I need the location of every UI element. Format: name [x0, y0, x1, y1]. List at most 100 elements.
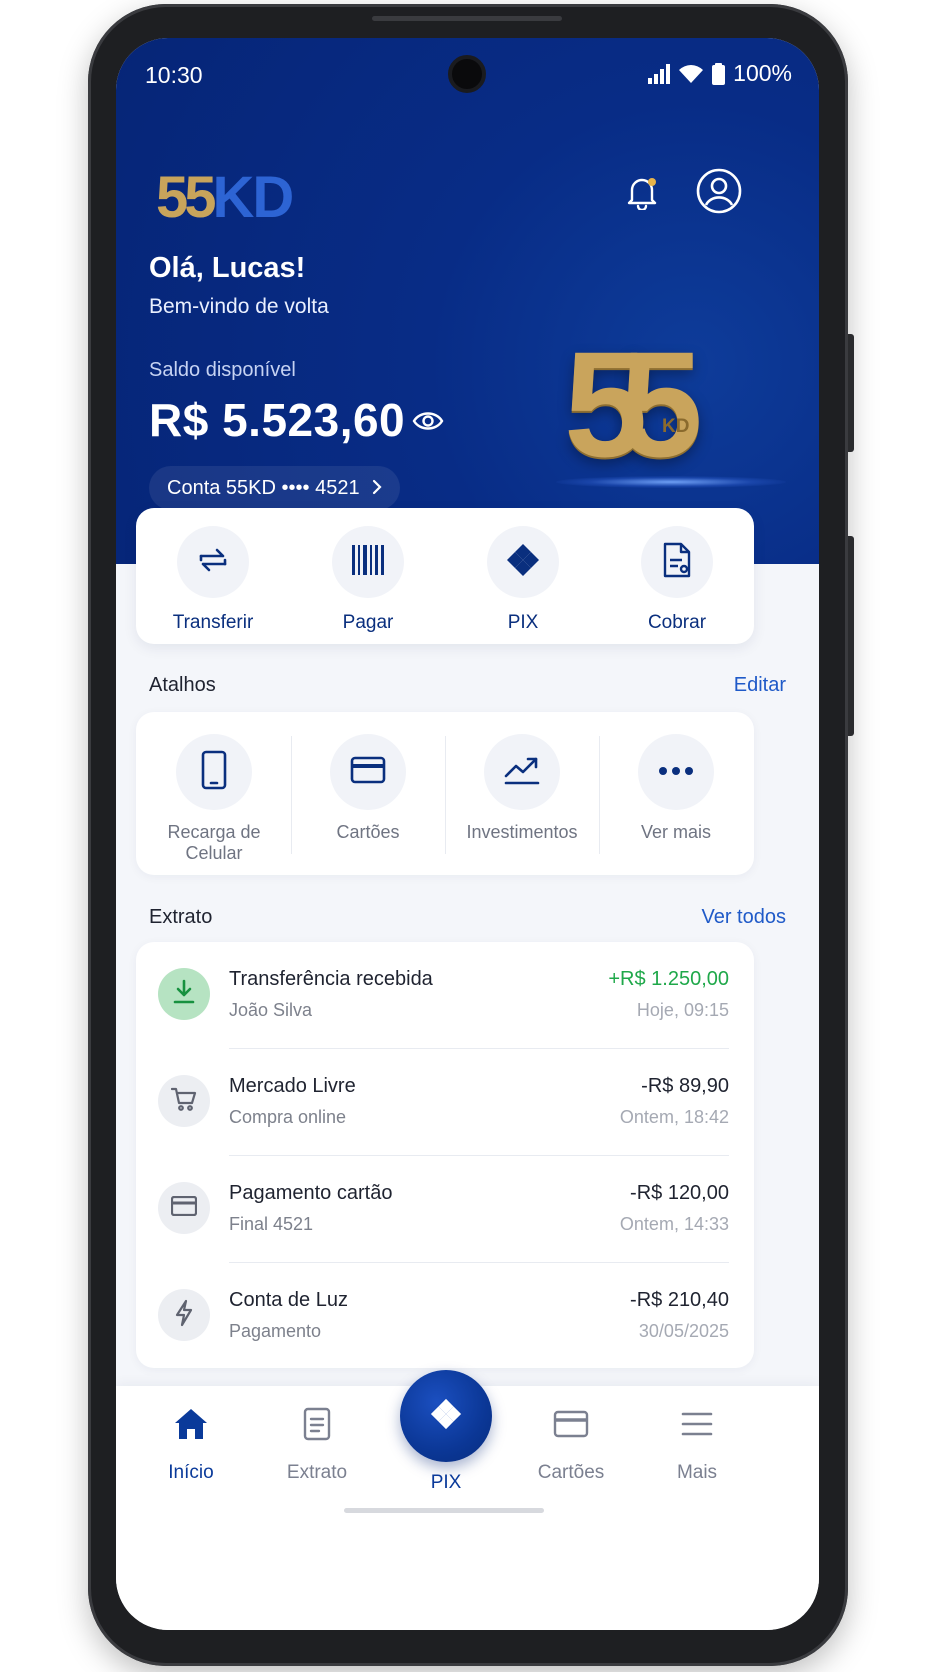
- front-camera: [448, 55, 486, 93]
- transfer-label: Transferir: [172, 612, 254, 633]
- shortcut-phone-recharge[interactable]: Recarga de Celular: [137, 734, 291, 864]
- shortcut-label: Ver mais: [640, 822, 712, 842]
- transfer-icon: [196, 544, 230, 581]
- account-number: Conta 55KD •••• 4521: [167, 476, 360, 499]
- transaction-subtitle: Compra online: [229, 1107, 347, 1127]
- nav-statement[interactable]: Extrato: [267, 1404, 367, 1484]
- cart-icon: [170, 1087, 197, 1116]
- transaction-row[interactable]: Conta de Luz Pagamento -R$ 210,40 30/05/…: [136, 1263, 754, 1370]
- bottom-navigation: Início Extrato PIX Cartões Mais: [116, 1370, 819, 1630]
- chevron-right-icon: [370, 476, 384, 504]
- profile-icon: [695, 167, 743, 220]
- transaction-subtitle: João Silva: [229, 1000, 313, 1020]
- quick-actions-card: Transferir Pagar PIX Cobrar: [136, 508, 754, 644]
- transaction-amount: -R$ 210,40: [630, 1289, 729, 1311]
- profile-button[interactable]: [690, 164, 748, 222]
- home-indicator[interactable]: [344, 1508, 544, 1513]
- see-all-link[interactable]: Ver todos: [701, 906, 786, 929]
- transaction-amount: -R$ 120,00: [630, 1182, 729, 1204]
- phone-frame: 10:30 100% 55KD Olá, Lucas! Bem-vindo de…: [88, 4, 854, 1666]
- transaction-date: 30/05/2025: [638, 1321, 729, 1341]
- app-logo: 55KD: [156, 165, 294, 230]
- home-icon: [173, 1407, 209, 1446]
- anniversary-emblem: 55 KD: [564, 324, 744, 494]
- phone-icon: [201, 750, 227, 795]
- eye-icon: [412, 412, 444, 436]
- app-screen: 10:30 100% 55KD Olá, Lucas! Bem-vindo de…: [116, 38, 819, 1630]
- card-icon: [350, 756, 386, 789]
- header-hero: 10:30 100% 55KD Olá, Lucas! Bem-vindo de…: [116, 38, 819, 564]
- transaction-title: Conta de Luz: [229, 1289, 348, 1311]
- transaction-date: Ontem, 14:33: [619, 1214, 729, 1234]
- shortcut-label: Recarga de Celular: [167, 822, 261, 863]
- transaction-title: Pagamento cartão: [229, 1182, 393, 1204]
- nav-home[interactable]: Início: [141, 1404, 241, 1484]
- shortcut-investments[interactable]: Investimentos: [445, 734, 599, 843]
- transaction-subtitle: Pagamento: [229, 1321, 322, 1341]
- pay-button[interactable]: Pagar: [313, 526, 423, 634]
- nav-label: Cartões: [537, 1462, 605, 1483]
- status-icons: 100%: [648, 60, 792, 87]
- status-time: 10:30: [145, 62, 203, 88]
- wifi-icon: [678, 64, 704, 84]
- emblem-letters: KD: [662, 416, 690, 437]
- account-selector[interactable]: Conta 55KD •••• 4521: [149, 466, 400, 510]
- nav-label: Mais: [676, 1462, 718, 1483]
- nav-label-pix: PIX: [430, 1472, 462, 1493]
- status-bar: 10:30 100%: [116, 38, 819, 116]
- emblem-number: 55: [564, 320, 703, 488]
- charge-label: Cobrar: [647, 612, 707, 633]
- charge-button[interactable]: Cobrar: [622, 526, 732, 634]
- bolt-icon: [174, 1299, 194, 1332]
- shortcut-see-more[interactable]: Ver mais: [599, 734, 753, 843]
- pix-icon: [505, 542, 541, 583]
- pix-fab-button[interactable]: [400, 1370, 492, 1462]
- nav-more[interactable]: Mais: [647, 1404, 747, 1484]
- notification-dot: [648, 178, 656, 186]
- transaction-amount: -R$ 89,90: [641, 1075, 729, 1097]
- nav-label: Início: [168, 1462, 214, 1483]
- toggle-balance-button[interactable]: [412, 410, 444, 437]
- battery-percent: 100%: [733, 60, 792, 86]
- power-button: [848, 536, 854, 736]
- pix-label: PIX: [507, 612, 539, 633]
- pix-icon: [429, 1397, 463, 1436]
- transfer-button[interactable]: Transferir: [158, 526, 268, 634]
- volume-button: [848, 334, 854, 452]
- menu-icon: [681, 1411, 713, 1442]
- barcode-icon: [351, 544, 385, 580]
- nav-cards[interactable]: Cartões: [521, 1404, 621, 1484]
- shortcuts-title: Atalhos: [149, 674, 216, 696]
- chart-icon: [503, 754, 541, 791]
- emblem-glow: [556, 476, 786, 488]
- shortcut-label: Cartões: [336, 822, 400, 842]
- pay-label: Pagar: [342, 612, 394, 633]
- transaction-date: Ontem, 18:42: [619, 1107, 729, 1127]
- card-icon: [170, 1195, 198, 1221]
- statement-icon: [303, 1407, 331, 1446]
- edit-shortcuts-link[interactable]: Editar: [734, 674, 786, 697]
- transaction-row[interactable]: Transferência recebida João Silva +R$ 1.…: [136, 942, 754, 1049]
- card-icon: [553, 1410, 589, 1443]
- shortcuts-card: Recarga de Celular Cartões Investimentos: [136, 712, 754, 875]
- speaker-slit: [372, 16, 562, 21]
- transactions-card: Transferência recebida João Silva +R$ 1.…: [136, 942, 754, 1368]
- transaction-row[interactable]: Pagamento cartão Final 4521 -R$ 120,00 O…: [136, 1156, 754, 1263]
- transaction-title: Mercado Livre: [229, 1075, 356, 1097]
- balance-value: R$ 5.523,60: [149, 394, 406, 446]
- statement-title: Extrato: [149, 906, 213, 928]
- greeting: Olá, Lucas!: [149, 252, 306, 284]
- transaction-amount: +R$ 1.250,00: [608, 968, 729, 990]
- battery-icon: [712, 62, 726, 85]
- invoice-icon: [662, 542, 692, 583]
- shortcut-cards[interactable]: Cartões: [291, 734, 445, 843]
- notification-button[interactable]: [618, 170, 666, 218]
- more-icon: [658, 763, 694, 781]
- transaction-row[interactable]: Mercado Livre Compra online -R$ 89,90 On…: [136, 1049, 754, 1156]
- signal-icon: [648, 63, 671, 84]
- pix-button[interactable]: PIX: [468, 526, 578, 634]
- transaction-title: Transferência recebida: [229, 968, 433, 990]
- download-icon: [172, 979, 196, 1010]
- nav-label: Extrato: [286, 1462, 348, 1483]
- transaction-date: Hoje, 09:15: [636, 1000, 729, 1020]
